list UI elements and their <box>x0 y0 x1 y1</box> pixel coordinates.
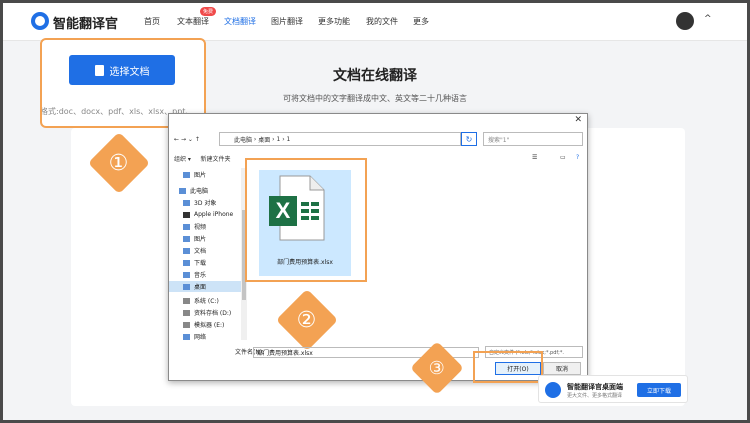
nav-more-features[interactable]: 更多功能 <box>318 16 350 27</box>
cube-icon <box>183 199 190 206</box>
select-document-button[interactable]: 选择文档 <box>69 55 175 85</box>
back-arrow-icon[interactable]: ← <box>174 136 179 143</box>
file-open-dialog: ✕ ← → ⌄ ↑ 此电脑 › 桌面 › 1 › 1 ↻ 搜索"1" 组织 ▾ … <box>168 113 588 381</box>
promo-title: 智能翻译官桌面端 <box>567 383 623 391</box>
forward-arrow-icon[interactable]: → <box>181 136 186 143</box>
chevron-up-icon[interactable]: ^ <box>704 14 712 24</box>
download-now-button[interactable]: 立即下载 <box>637 383 681 397</box>
nav-doc-translate[interactable]: 文档翻译 <box>224 16 256 27</box>
phone-icon <box>183 211 190 218</box>
page: 智能翻译官 首页 文本翻译 免费 文档翻译 图片翻译 更多功能 我的文件 更多 … <box>3 3 747 420</box>
drive-icon <box>183 321 190 328</box>
preview-pane-icon[interactable]: ▭ <box>560 154 566 161</box>
document-icon <box>94 64 104 76</box>
sidebar-item-network[interactable]: 网络 <box>183 331 206 342</box>
app-logo-icon <box>545 382 561 398</box>
nav-home[interactable]: 首页 <box>144 16 160 27</box>
nav-my-files[interactable]: 我的文件 <box>366 16 398 27</box>
sidebar-item-iphone[interactable]: Apple iPhone <box>183 209 233 220</box>
top-nav-bar: 智能翻译官 首页 文本翻译 免费 文档翻译 图片翻译 更多功能 我的文件 更多 … <box>3 3 747 41</box>
network-icon <box>183 333 190 340</box>
promo-desc: 更大文件、更多格式翻译 <box>567 393 623 399</box>
download-icon <box>183 259 190 266</box>
sidebar-item-music[interactable]: 音乐 <box>183 269 206 280</box>
breadcrumb-1b[interactable]: 1 <box>287 136 291 143</box>
sidebar-item-drive-e[interactable]: 模拟器 (E:) <box>183 319 224 330</box>
drive-icon <box>183 297 190 304</box>
breadcrumb-desktop[interactable]: 桌面 <box>258 135 270 144</box>
desktop-icon <box>183 283 190 290</box>
sidebar-item-pictures-quick[interactable]: 图片 <box>183 169 206 180</box>
picture-icon <box>183 235 190 242</box>
sidebar-item-pictures[interactable]: 图片 <box>183 233 206 244</box>
computer-icon <box>179 187 186 194</box>
sidebar-item-3d-objects[interactable]: 3D 对象 <box>183 197 216 208</box>
nav-text-translate[interactable]: 文本翻译 <box>177 16 209 27</box>
free-badge: 免费 <box>200 7 217 16</box>
dialog-sidebar: 图片 此电脑 3D 对象 Apple iPhone 视频 图片 文档 下载 音乐… <box>169 168 241 342</box>
video-icon <box>183 223 190 230</box>
sidebar-item-downloads[interactable]: 下载 <box>183 257 206 268</box>
app-logo-icon[interactable] <box>31 12 49 30</box>
dialog-toolbar: 组织 ▾ 新建文件夹 ☰ ▭ ? <box>174 154 584 166</box>
sidebar-item-drive-c[interactable]: 系统 (C:) <box>183 295 219 306</box>
view-options-icon[interactable]: ☰ <box>532 154 537 161</box>
up-arrow-icon[interactable]: ↑ <box>195 136 200 143</box>
music-icon <box>183 271 190 278</box>
sidebar-item-this-pc[interactable]: 此电脑 <box>179 185 208 196</box>
cancel-button[interactable]: 取消 <box>543 362 581 375</box>
nav-more[interactable]: 更多 <box>413 16 429 27</box>
step2-callout <box>245 158 367 282</box>
new-folder-button[interactable]: 新建文件夹 <box>200 156 230 163</box>
help-icon[interactable]: ? <box>576 154 579 161</box>
search-input[interactable]: 搜索"1" <box>483 132 583 146</box>
organize-menu[interactable]: 组织 ▾ <box>174 156 191 163</box>
brand-name[interactable]: 智能翻译官 <box>53 13 118 32</box>
select-document-label: 选择文档 <box>109 66 150 78</box>
sidebar-item-drive-d[interactable]: 资料存档 (D:) <box>183 307 231 318</box>
nav-image-translate[interactable]: 图片翻译 <box>271 16 303 27</box>
step3-callout <box>473 351 543 383</box>
breadcrumb-1a[interactable]: 1 <box>276 136 280 143</box>
sidebar-item-documents[interactable]: 文档 <box>183 245 206 256</box>
document-icon <box>183 247 190 254</box>
drive-icon <box>183 309 190 316</box>
refresh-icon[interactable]: ↻ <box>461 132 477 146</box>
sidebar-item-videos[interactable]: 视频 <box>183 221 206 232</box>
user-avatar[interactable] <box>676 12 694 30</box>
chevron-down-icon[interactable]: ⌄ <box>188 136 193 143</box>
close-icon[interactable]: ✕ <box>574 115 582 125</box>
breadcrumb-thispc[interactable]: 此电脑 <box>234 135 252 144</box>
address-bar[interactable]: 此电脑 › 桌面 › 1 › 1 <box>219 132 461 146</box>
sidebar-item-desktop[interactable]: 桌面 <box>169 281 241 292</box>
desktop-app-promo: 智能翻译官桌面端 更大文件、更多格式翻译 立即下载 <box>538 375 688 403</box>
picture-icon <box>183 171 190 178</box>
